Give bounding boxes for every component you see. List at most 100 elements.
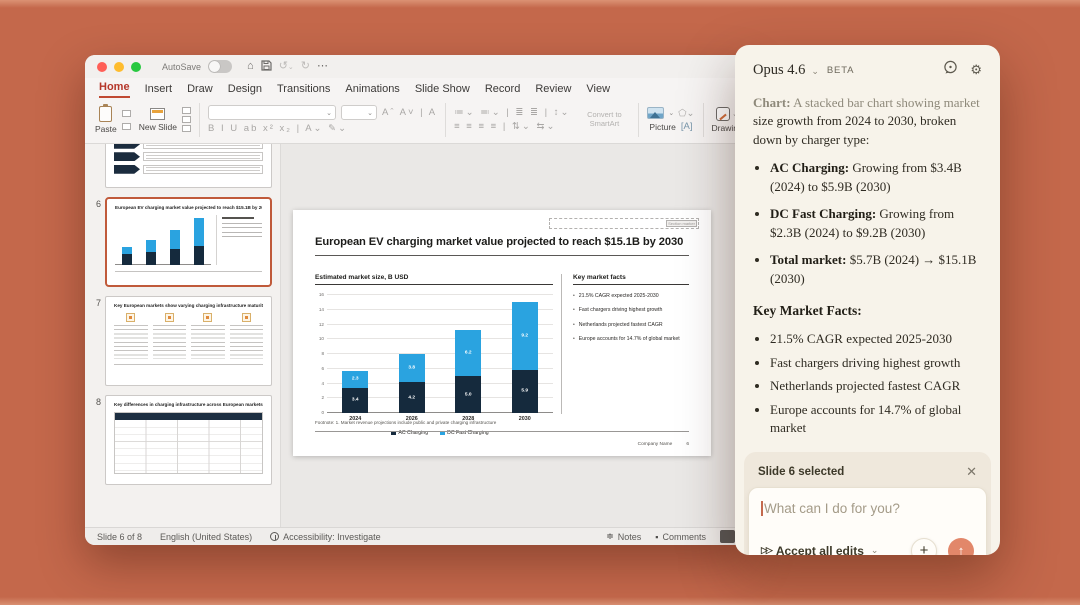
cut-icon[interactable] bbox=[121, 109, 131, 117]
desktop-background: AutoSave ⌂ ↺⌄ ↻ ⋯ Home Insert Draw Design Tr… bbox=[0, 0, 1080, 605]
tab-animations[interactable]: Animations bbox=[345, 83, 399, 98]
close-window-button[interactable] bbox=[97, 61, 107, 72]
tab-home[interactable]: Home bbox=[99, 81, 130, 98]
tab-slide-show[interactable]: Slide Show bbox=[415, 83, 470, 98]
slide-thumbnail-8[interactable]: Key differences in charging infrastructu… bbox=[105, 395, 272, 485]
thumbnail-mini-chart bbox=[115, 215, 211, 265]
send-button[interactable]: ↑ bbox=[948, 537, 974, 555]
language-label[interactable]: English (United States) bbox=[160, 532, 252, 542]
current-slide[interactable]: Section marker European EV charging mark… bbox=[293, 210, 711, 456]
claude-assistant-panel: Opus 4.6 ⌄ BETA ⚙ Chart: A stacked bar c… bbox=[735, 45, 1000, 555]
tab-view[interactable]: View bbox=[586, 83, 610, 98]
minimize-window-button[interactable] bbox=[114, 61, 124, 72]
chevron-down-icon: ⌄ bbox=[870, 545, 879, 555]
text-cursor bbox=[761, 500, 763, 516]
slide-facts-section[interactable]: Key market facts • 21.5% CAGR expected 20… bbox=[573, 274, 689, 343]
accessibility-status[interactable]: Accessibility: Investigate bbox=[270, 532, 381, 542]
tab-transitions[interactable]: Transitions bbox=[277, 83, 330, 98]
paste-icon bbox=[99, 103, 113, 122]
redo-icon[interactable]: ↻ bbox=[301, 61, 310, 72]
paste-label: Paste bbox=[95, 123, 117, 134]
grow-shrink-font-icons[interactable]: Aˆ A˅ | A bbox=[382, 107, 437, 118]
fast-forward-icon: ▷▷ bbox=[761, 545, 773, 555]
picture-label: Picture bbox=[649, 121, 676, 132]
slide-title[interactable]: European EV charging market value projec… bbox=[315, 236, 689, 256]
assistant-header: Opus 4.6 ⌄ BETA ⚙ bbox=[735, 45, 1000, 86]
slide-fact-item: • Netherlands projected fastest CAGR bbox=[573, 321, 663, 328]
slide-chart-section[interactable]: Estimated market size, B USD 0 2 4 6 8 10 12 14… bbox=[315, 274, 553, 436]
chevron-down-icon: ⌄ bbox=[811, 65, 819, 76]
text-box-icon[interactable]: [A] bbox=[681, 121, 693, 132]
ribbon-tabs: Home Insert Draw Design Transitions Animation… bbox=[85, 78, 747, 98]
beta-badge: BETA bbox=[826, 65, 855, 76]
fact-item: 21.5% CAGR expected 2025-2030 bbox=[770, 330, 982, 348]
list-icons[interactable]: ≔⌄ ≕⌄ | ≣ ≣ | ↕⌄ bbox=[454, 107, 570, 118]
ribbon-toolbar: Paste New Slide ⌄ ⌄ Aˆ A˅ | A B I U ab x… bbox=[85, 98, 747, 144]
window-titlebar: AutoSave ⌂ ↺⌄ ↻ ⋯ bbox=[85, 55, 747, 78]
accept-all-edits-dropdown[interactable]: ▷▷ Accept all edits ⌄ bbox=[761, 544, 878, 556]
paste-button[interactable]: Paste bbox=[95, 103, 117, 134]
new-slide-button[interactable]: New Slide bbox=[138, 107, 178, 132]
home-icon[interactable]: ⌂ bbox=[247, 61, 254, 72]
fact-item: Europe accounts for 14.7% of global mark… bbox=[770, 401, 982, 438]
tab-insert[interactable]: Insert bbox=[145, 83, 173, 98]
response-bullet: AC Charging: Growing from $3.4B (2024) t… bbox=[770, 159, 982, 196]
tab-review[interactable]: Review bbox=[535, 83, 571, 98]
autosave-label: AutoSave bbox=[162, 61, 202, 72]
align-icons[interactable]: ≡ ≡ ≡ ≡ | ⇅⌄ ⇆⌄ bbox=[454, 121, 556, 132]
chart-header: Estimated market size, B USD bbox=[315, 274, 553, 285]
close-icon[interactable]: ✕ bbox=[966, 464, 977, 480]
new-slide-icon bbox=[150, 107, 166, 120]
thumbnail-number: 6 bbox=[95, 199, 101, 209]
key-market-facts-heading: Key Market Facts: bbox=[753, 303, 862, 319]
assistant-response: Chart: A stacked bar chart showing marke… bbox=[735, 86, 1000, 443]
font-style-icons[interactable]: B I U ab x² x₂ | A⌄ ✎⌄ bbox=[208, 123, 348, 134]
facts-header: Key market facts bbox=[573, 274, 689, 285]
notes-icon: ≑ bbox=[606, 531, 614, 541]
more-toolbar-icon[interactable]: ⋯ bbox=[317, 61, 328, 72]
response-bullet: DC Fast Charging: Growing from $2.3B (20… bbox=[770, 205, 982, 242]
slide-thumbnail-6-selected[interactable]: European EV charging market value projec… bbox=[105, 197, 272, 287]
font-name-select[interactable]: ⌄ bbox=[208, 105, 337, 120]
picture-button[interactable]: ⌄ ⬠⌄ Picture [A] bbox=[647, 107, 695, 132]
slide-canvas[interactable]: Section marker European EV charging mark… bbox=[281, 144, 747, 527]
chat-input[interactable]: What can I do for you? bbox=[761, 500, 974, 516]
autosave-toggle[interactable] bbox=[208, 60, 233, 73]
slide-thumbnail-5[interactable]: Several market forces drive the EV charg… bbox=[105, 144, 272, 188]
accessibility-icon bbox=[270, 532, 280, 541]
section-marker-placeholder[interactable]: Section marker bbox=[549, 218, 699, 229]
slide-fact-item: • Europe accounts for 14.7% of global mar… bbox=[573, 336, 680, 343]
font-size-select[interactable]: ⌄ bbox=[341, 105, 378, 120]
shapes-icon[interactable]: ⬠⌄ bbox=[678, 108, 694, 119]
model-selector[interactable]: Opus 4.6 bbox=[753, 62, 805, 79]
fact-item: Netherlands projected fastest CAGR bbox=[770, 377, 982, 395]
zoom-window-button[interactable] bbox=[131, 61, 141, 72]
save-icon[interactable] bbox=[261, 59, 272, 74]
slide-thumbnail-7[interactable]: Key European markets show varying chargi… bbox=[105, 296, 272, 386]
context-chip: Slide 6 selected ✕ bbox=[758, 463, 977, 480]
copy-icon[interactable] bbox=[121, 122, 131, 130]
notes-button[interactable]: ≑ Notes bbox=[606, 531, 641, 542]
powerpoint-window: AutoSave ⌂ ↺⌄ ↻ ⋯ Home Insert Draw Design Tr… bbox=[85, 55, 747, 545]
slide-fact-item: • Fast chargers driving highest growth bbox=[573, 307, 663, 314]
comments-button[interactable]: ▪ Comments bbox=[655, 532, 706, 542]
input-placeholder: What can I do for you? bbox=[764, 500, 900, 516]
section-icon[interactable] bbox=[182, 125, 192, 132]
attach-plus-button[interactable]: + bbox=[911, 537, 937, 555]
undo-icon[interactable]: ↺⌄ bbox=[279, 61, 294, 72]
fact-item: Fast chargers driving highest growth bbox=[770, 354, 982, 372]
reset-layout-icon[interactable] bbox=[182, 116, 192, 123]
slide-footnote: Footnote: 1. Market revenue projections … bbox=[315, 420, 689, 432]
layout-icon[interactable] bbox=[182, 107, 192, 114]
tab-draw[interactable]: Draw bbox=[187, 83, 213, 98]
settings-gear-icon[interactable]: ⚙ bbox=[970, 62, 982, 78]
slide-position-label: Slide 6 of 8 bbox=[97, 531, 143, 542]
slide-page-number: 6 bbox=[686, 442, 689, 447]
convert-smartart-button[interactable]: Convert to SmartArt bbox=[578, 110, 630, 128]
tab-record[interactable]: Record bbox=[485, 83, 520, 98]
company-name: Company Name bbox=[637, 442, 673, 447]
new-slide-label: New Slide bbox=[138, 121, 178, 132]
view-toggle-button[interactable] bbox=[720, 530, 735, 543]
new-chat-icon[interactable] bbox=[943, 60, 958, 80]
tab-design[interactable]: Design bbox=[228, 83, 262, 98]
